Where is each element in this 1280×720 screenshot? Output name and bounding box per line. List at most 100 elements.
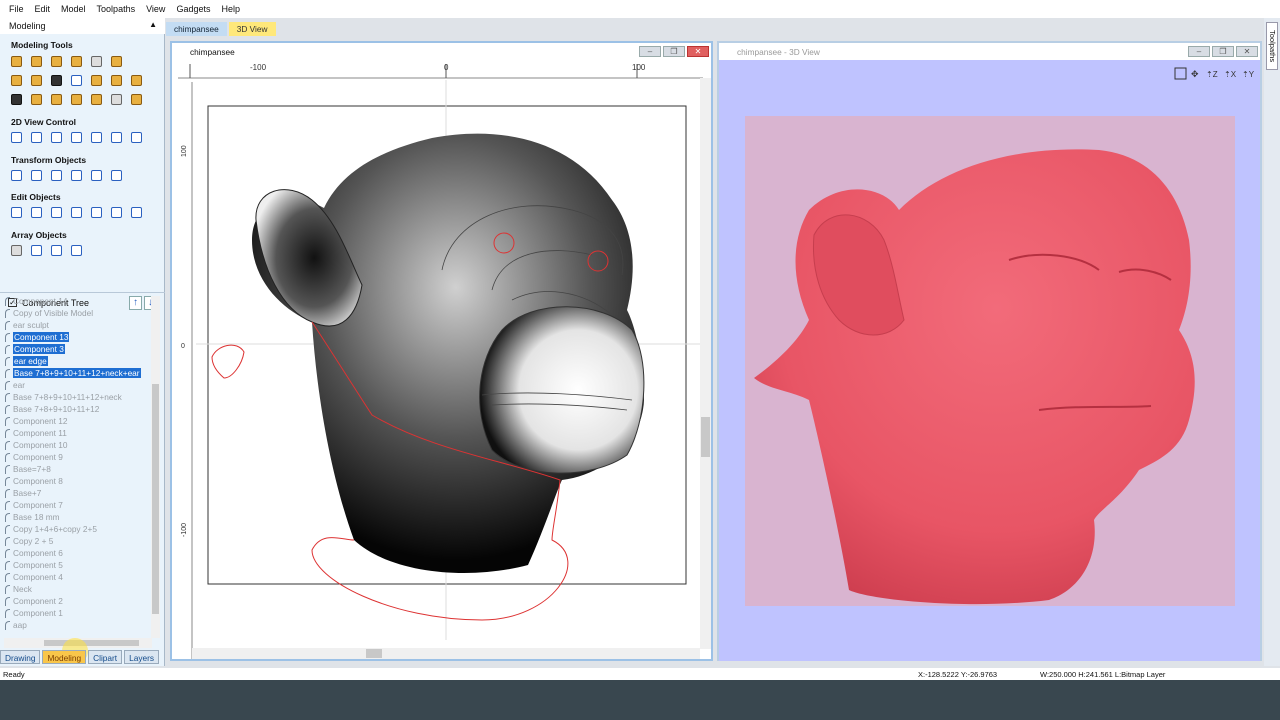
menu-gadgets[interactable]: Gadgets bbox=[176, 4, 210, 14]
join-icon[interactable] bbox=[108, 204, 125, 221]
circular-array-icon[interactable] bbox=[28, 242, 45, 259]
tree-hscroll-thumb[interactable] bbox=[44, 640, 139, 646]
array-copy-icon[interactable] bbox=[8, 242, 25, 259]
tree-item[interactable]: Component 3 bbox=[4, 343, 152, 355]
tree-item[interactable]: Component 7 bbox=[4, 499, 152, 511]
folder-icon[interactable] bbox=[108, 53, 125, 70]
tree-item[interactable]: Component 10 bbox=[4, 439, 152, 451]
center-icon[interactable] bbox=[68, 167, 85, 184]
align-icon[interactable] bbox=[48, 167, 65, 184]
group-icon[interactable] bbox=[88, 204, 105, 221]
minimize-icon[interactable]: – bbox=[1188, 46, 1210, 57]
tree-item[interactable]: aap bbox=[4, 619, 152, 631]
restore-icon[interactable]: ❐ bbox=[1212, 46, 1234, 57]
move-icon[interactable] bbox=[8, 167, 25, 184]
tab-chimpansee[interactable]: chimpansee bbox=[166, 22, 227, 36]
2d-view-canvas[interactable]: -100 0 100 100 0 -100 bbox=[172, 60, 711, 659]
zero-plane-icon[interactable] bbox=[88, 91, 105, 108]
tree-item[interactable]: Copy 2 + 5 bbox=[4, 535, 152, 547]
view-iso-icon[interactable]: ✥ bbox=[1191, 69, 1199, 79]
zoom-box-icon[interactable] bbox=[68, 129, 85, 146]
texture-icon[interactable] bbox=[88, 53, 105, 70]
tree-item[interactable]: Neck bbox=[4, 583, 152, 595]
pan-icon[interactable] bbox=[8, 129, 25, 146]
3d-view-canvas[interactable]: ✥ ⇡Z ⇡X ⇡Y bbox=[719, 60, 1260, 661]
tree-item[interactable]: Base 7+8+9+10+11+12 bbox=[4, 403, 152, 415]
set-origin-icon[interactable] bbox=[108, 167, 125, 184]
scale-model-icon[interactable] bbox=[88, 72, 105, 89]
tree-item[interactable]: Component 1 bbox=[4, 607, 152, 619]
tree-item[interactable]: Base 7+8+9+10+11+12+neck bbox=[4, 391, 152, 403]
select-icon[interactable] bbox=[8, 204, 25, 221]
tree-item[interactable]: Component 2 bbox=[4, 595, 152, 607]
menu-view[interactable]: View bbox=[146, 4, 165, 14]
distort-icon[interactable] bbox=[8, 72, 25, 89]
view-y-icon[interactable]: ⇡Y bbox=[1242, 70, 1255, 79]
split-icon[interactable] bbox=[128, 91, 145, 108]
split-view-icon[interactable] bbox=[128, 129, 145, 146]
tree-item[interactable]: Base+7 bbox=[4, 487, 152, 499]
2d-vscroll-thumb[interactable] bbox=[701, 417, 710, 457]
toolpaths-panel-tab[interactable]: Toolpaths bbox=[1266, 22, 1278, 70]
tab-clipart[interactable]: Clipart bbox=[88, 650, 123, 664]
interactive-icon[interactable] bbox=[68, 204, 85, 221]
menu-model[interactable]: Model bbox=[61, 4, 86, 14]
tree-item[interactable]: Component 14 bbox=[4, 295, 152, 307]
offset-icon[interactable] bbox=[128, 204, 145, 221]
copy-along-icon[interactable] bbox=[48, 242, 65, 259]
mirror-icon[interactable] bbox=[68, 72, 85, 89]
transform-select-icon[interactable] bbox=[48, 204, 65, 221]
close-icon[interactable]: ✕ bbox=[687, 46, 709, 57]
distort-box-icon[interactable] bbox=[88, 167, 105, 184]
tree-item[interactable]: Component 6 bbox=[4, 547, 152, 559]
zoom-extents-icon[interactable] bbox=[48, 129, 65, 146]
tree-item[interactable]: Copy of Visible Model bbox=[4, 307, 152, 319]
resize-icon[interactable] bbox=[28, 167, 45, 184]
node-edit-icon[interactable] bbox=[28, 204, 45, 221]
tree-scroll-thumb[interactable] bbox=[152, 384, 159, 614]
2d-vertical-scrollbar[interactable] bbox=[700, 78, 711, 649]
wrench-icon[interactable] bbox=[8, 91, 25, 108]
tree-item[interactable]: Component 12 bbox=[4, 415, 152, 427]
nesting-icon[interactable] bbox=[68, 242, 85, 259]
tree-vertical-scrollbar[interactable] bbox=[151, 296, 160, 638]
tab-drawing[interactable]: Drawing bbox=[0, 650, 41, 664]
tree-item[interactable]: Base 18 mm bbox=[4, 511, 152, 523]
fade-icon[interactable] bbox=[28, 72, 45, 89]
two-rail-sweep-icon[interactable] bbox=[28, 53, 45, 70]
tree-item[interactable]: ear edge bbox=[4, 355, 152, 367]
minimize-icon[interactable]: – bbox=[639, 46, 661, 57]
2d-horizontal-scrollbar[interactable] bbox=[192, 648, 700, 659]
tree-item[interactable]: Component 11 bbox=[4, 427, 152, 439]
texture-area-icon[interactable] bbox=[128, 72, 145, 89]
tree-item[interactable]: ear bbox=[4, 379, 152, 391]
menu-file[interactable]: File bbox=[9, 4, 24, 14]
menu-help[interactable]: Help bbox=[221, 4, 240, 14]
tree-item[interactable]: Component 9 bbox=[4, 451, 152, 463]
menu-edit[interactable]: Edit bbox=[35, 4, 51, 14]
view-z-icon[interactable]: ⇡Z bbox=[1206, 70, 1218, 79]
restore-icon[interactable]: ❐ bbox=[663, 46, 685, 57]
menu-toolpaths[interactable]: Toolpaths bbox=[97, 4, 136, 14]
tree-item[interactable]: ear sculpt bbox=[4, 319, 152, 331]
blend-icon[interactable] bbox=[108, 72, 125, 89]
extrude-icon[interactable] bbox=[48, 53, 65, 70]
layout-icon[interactable] bbox=[108, 129, 125, 146]
tree-item[interactable]: Component 13 bbox=[4, 331, 152, 343]
zoom-in-icon[interactable] bbox=[28, 129, 45, 146]
tree-item[interactable]: Base=7+8 bbox=[4, 463, 152, 475]
tilt-icon[interactable] bbox=[48, 72, 65, 89]
tree-item[interactable]: Component 4 bbox=[4, 571, 152, 583]
dome-icon[interactable] bbox=[48, 91, 65, 108]
tree-item[interactable]: Base 7+8+9+10+11+12+neck+ear bbox=[4, 367, 152, 379]
sculpt-icon[interactable] bbox=[68, 53, 85, 70]
tab-modeling[interactable]: Modeling bbox=[42, 650, 87, 664]
zoom-material-icon[interactable] bbox=[88, 129, 105, 146]
bake-icon[interactable] bbox=[108, 91, 125, 108]
close-icon[interactable]: ✕ bbox=[1236, 46, 1258, 57]
tree-item[interactable]: Component 8 bbox=[4, 475, 152, 487]
create-shape-icon[interactable] bbox=[8, 53, 25, 70]
grid-texture-icon[interactable] bbox=[28, 91, 45, 108]
tree-item[interactable]: Component 5 bbox=[4, 559, 152, 571]
tab-3d-view[interactable]: 3D View bbox=[228, 22, 276, 36]
